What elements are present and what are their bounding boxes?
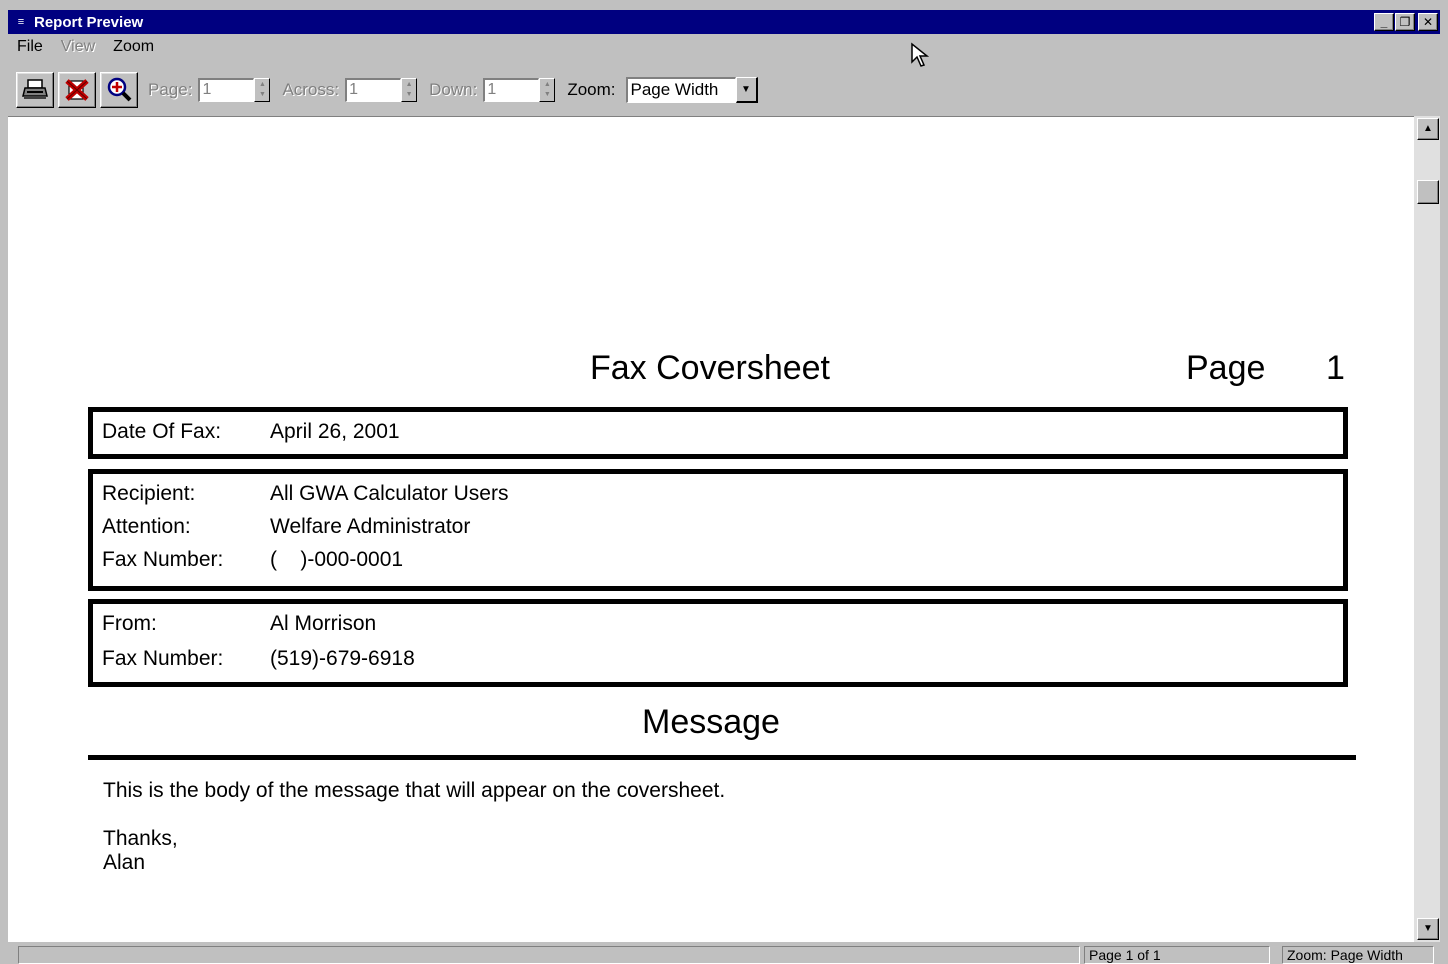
down-label: Down: bbox=[429, 80, 478, 99]
page-input[interactable]: 1 bbox=[198, 78, 255, 102]
page-spin-arrows[interactable]: ▲ ▼ bbox=[254, 78, 271, 102]
status-page-info: Page 1 of 1 bbox=[1084, 946, 1270, 964]
date-label: Date Of Fax: bbox=[102, 420, 222, 443]
recipient-value: All GWA Calculator Users bbox=[270, 482, 509, 505]
sender-box: From: Al Morrison Fax Number: (519)-679-69… bbox=[88, 599, 1348, 687]
recipient-box: Recipient: All GWA Calculator Users Atten… bbox=[88, 469, 1348, 591]
down-input[interactable]: 1 bbox=[483, 78, 540, 102]
down-spinner[interactable]: 1 ▲ ▼ bbox=[483, 78, 556, 102]
app-icon[interactable]: ≡ bbox=[14, 15, 28, 29]
print-button[interactable] bbox=[16, 72, 54, 108]
from-value: Al Morrison bbox=[270, 612, 377, 635]
restore-button[interactable]: ❐ bbox=[1395, 13, 1415, 31]
close-x-icon bbox=[65, 79, 89, 101]
date-value: April 26, 2001 bbox=[270, 420, 400, 443]
recipient-fax-value: ( )-000-0001 bbox=[270, 548, 404, 571]
menu-view[interactable]: View bbox=[52, 38, 104, 56]
page-label: Page: bbox=[148, 80, 193, 99]
recipient-fax-label: Fax Number: bbox=[102, 548, 224, 571]
report-title: Fax Coversheet bbox=[590, 349, 830, 387]
message-signature: Alan bbox=[103, 851, 146, 874]
zoom-label: Zoom: bbox=[567, 80, 616, 99]
chevron-down-icon[interactable]: ▼ bbox=[735, 77, 758, 103]
window-title: Report Preview bbox=[34, 13, 144, 31]
menu-zoom[interactable]: Zoom bbox=[104, 38, 163, 56]
menu-bar: File View Zoom bbox=[8, 36, 163, 58]
toolbar: Page: 1 ▲ ▼ Across: 1 ▲ ▼ Down: 1 ▲ ▼ Zoom:… bbox=[16, 70, 758, 110]
from-row: From: Al Morrison bbox=[102, 612, 376, 636]
mouse-cursor-icon bbox=[911, 42, 930, 67]
status-main-panel bbox=[18, 946, 1080, 964]
recipient-fax-row: Fax Number: ( )-000-0001 bbox=[102, 548, 403, 572]
message-closing: Thanks, bbox=[103, 827, 178, 850]
scroll-thumb[interactable] bbox=[1417, 180, 1439, 204]
recipient-label: Recipient: bbox=[102, 482, 196, 505]
magnifier-plus-icon bbox=[107, 77, 132, 102]
from-label: From: bbox=[102, 612, 157, 635]
zoom-in-button[interactable] bbox=[100, 72, 138, 108]
attention-value: Welfare Administrator bbox=[270, 515, 471, 538]
report-page-label: Page bbox=[1186, 349, 1266, 387]
page-spinner[interactable]: 1 ▲ ▼ bbox=[198, 78, 271, 102]
across-spin-arrows[interactable]: ▲ ▼ bbox=[401, 78, 418, 102]
sender-fax-label: Fax Number: bbox=[102, 647, 224, 670]
vertical-scrollbar[interactable]: ▲ ▼ bbox=[1414, 116, 1440, 942]
sender-fax-value: (519)-679-6918 bbox=[270, 647, 415, 670]
date-box: Date Of Fax: April 26, 2001 bbox=[88, 407, 1348, 459]
minimize-button[interactable]: _ bbox=[1374, 13, 1394, 31]
report-preview-area: Fax Coversheet Page 1 Date Of Fax: April … bbox=[8, 116, 1414, 942]
title-bar: ≡ Report Preview _ ❐ ✕ bbox=[8, 10, 1440, 34]
window-controls: _ ❐ ✕ bbox=[1373, 13, 1438, 31]
report-page-number: 1 bbox=[1326, 349, 1345, 387]
scroll-down-button[interactable]: ▼ bbox=[1417, 918, 1439, 940]
message-divider bbox=[88, 755, 1356, 760]
status-zoom-info: Zoom: Page Width bbox=[1282, 946, 1434, 964]
close-preview-button[interactable] bbox=[58, 72, 96, 108]
date-row: Date Of Fax: April 26, 2001 bbox=[102, 420, 400, 444]
attention-row: Attention: Welfare Administrator bbox=[102, 515, 470, 539]
attention-label: Attention: bbox=[102, 515, 191, 538]
across-label: Across: bbox=[282, 80, 340, 99]
zoom-dropdown[interactable]: Page Width ▼ bbox=[625, 77, 758, 103]
across-spinner[interactable]: 1 ▲ ▼ bbox=[345, 78, 418, 102]
across-input[interactable]: 1 bbox=[345, 78, 402, 102]
status-bar: Page 1 of 1 Zoom: Page Width bbox=[8, 944, 1440, 964]
message-body: This is the body of the message that wil… bbox=[103, 779, 726, 802]
menu-file[interactable]: File bbox=[8, 38, 52, 56]
scroll-up-button[interactable]: ▲ bbox=[1417, 118, 1439, 140]
close-window-button[interactable]: ✕ bbox=[1418, 13, 1438, 31]
recipient-row: Recipient: All GWA Calculator Users bbox=[102, 482, 508, 506]
down-spin-arrows[interactable]: ▲ ▼ bbox=[539, 78, 556, 102]
sender-fax-row: Fax Number: (519)-679-6918 bbox=[102, 647, 415, 671]
zoom-value[interactable]: Page Width bbox=[625, 77, 736, 103]
message-heading: Message bbox=[642, 703, 780, 741]
printer-icon bbox=[22, 79, 48, 99]
